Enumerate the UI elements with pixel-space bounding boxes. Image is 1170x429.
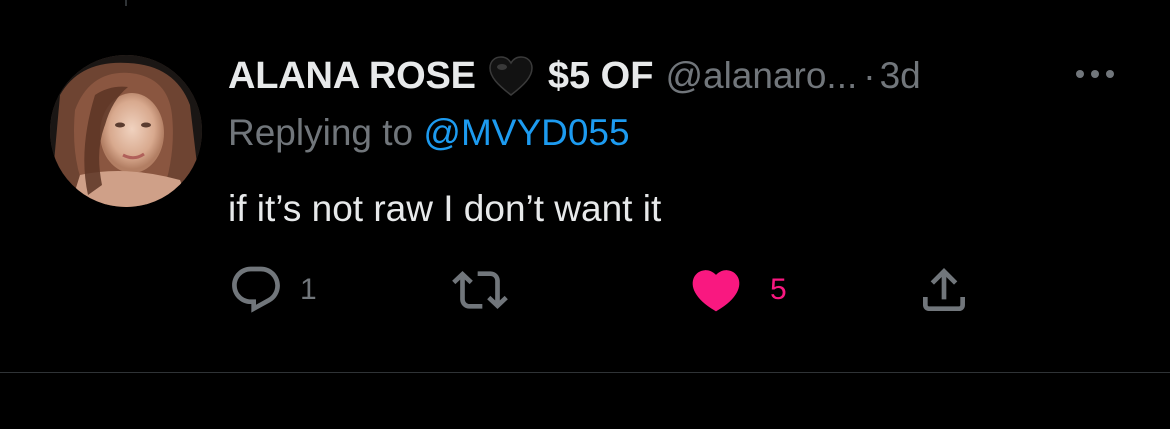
- avatar[interactable]: [50, 55, 202, 207]
- display-name-suffix[interactable]: $5 OF: [548, 55, 654, 98]
- display-name[interactable]: ALANA ROSE: [228, 55, 476, 98]
- black-heart-icon: [489, 56, 533, 96]
- replying-to-mention[interactable]: @MVYD055: [423, 112, 629, 153]
- like-button[interactable]: 5: [688, 262, 787, 318]
- tweet-divider: [0, 372, 1170, 373]
- user-handle[interactable]: @alanaro...: [665, 55, 857, 97]
- retweet-button[interactable]: [452, 262, 508, 318]
- reply-bubble-icon: [232, 266, 280, 313]
- avatar-photo: [50, 55, 202, 207]
- share-icon: [923, 268, 965, 311]
- replying-to-label: Replying to: [228, 112, 424, 153]
- reply-button[interactable]: 1: [228, 262, 317, 318]
- tweet-text: if it’s not raw I don’t want it: [228, 188, 662, 229]
- heart-filled-icon: [692, 270, 740, 312]
- more-dots-icon[interactable]: [1072, 64, 1118, 84]
- retweet-icon: [452, 271, 508, 309]
- reply-count: 1: [300, 273, 317, 306]
- header-separator: ·: [863, 55, 876, 96]
- share-button[interactable]: [916, 262, 972, 318]
- tweet-timestamp[interactable]: 3d: [880, 55, 921, 97]
- tweet[interactable]: ALANA ROSE $5 OF @alanaro... · 3d Replyi…: [0, 0, 1170, 372]
- tweet-actions: 1 5: [228, 262, 988, 318]
- tweet-header: ALANA ROSE $5 OF @alanaro... · 3d: [228, 53, 921, 99]
- like-count: 5: [770, 273, 787, 306]
- replying-to-line: Replying to @MVYD055: [228, 112, 630, 154]
